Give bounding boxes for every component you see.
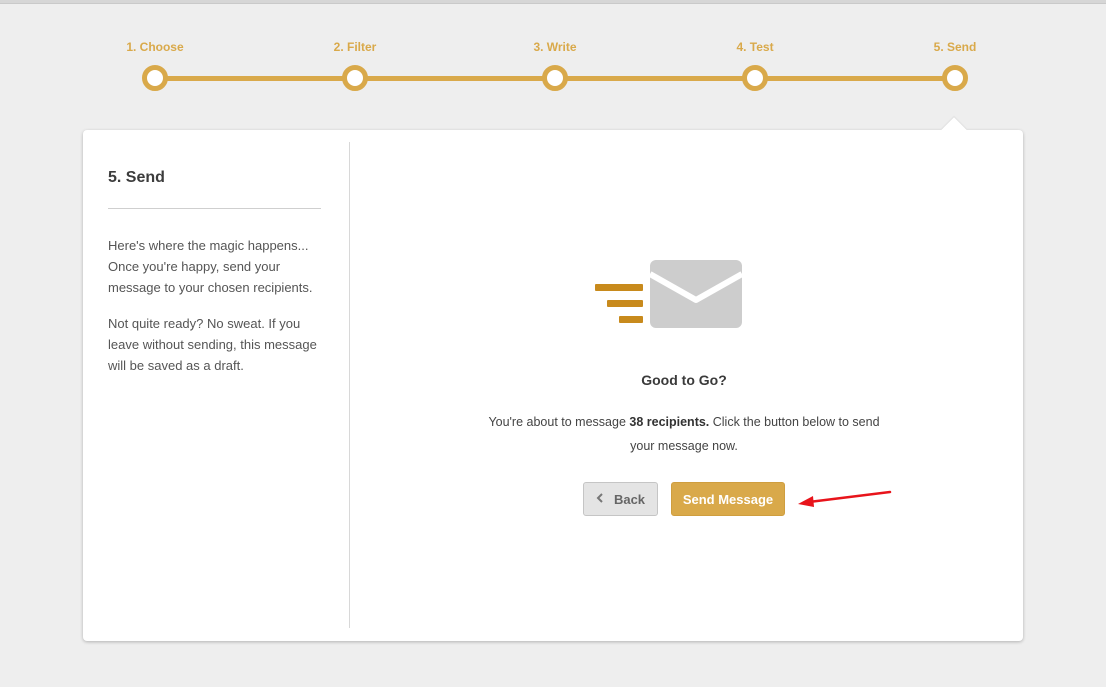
sidebar-paragraph: Not quite ready? No sweat. If you leave … — [108, 316, 317, 373]
speed-line — [595, 284, 643, 291]
step-dot — [142, 65, 168, 91]
send-message-button[interactable]: Send Message — [671, 482, 785, 516]
step-choose[interactable]: 1. Choose — [95, 40, 215, 91]
step-dot — [942, 65, 968, 91]
sidebar-title: 5. Send — [108, 169, 165, 186]
step-label: 1. Choose — [126, 40, 184, 54]
main-content: Good to Go? You're about to message 38 r… — [350, 130, 1023, 641]
envelope-flap — [650, 271, 742, 303]
confirm-headline: Good to Go? — [641, 372, 727, 388]
sidebar-paragraph: Here's where the magic happens... Once y… — [108, 238, 313, 295]
annotation-arrow — [798, 490, 892, 507]
step-label: 5. Send — [933, 40, 977, 54]
step-write[interactable]: 3. Write — [495, 40, 615, 91]
step-test[interactable]: 4. Test — [695, 40, 815, 91]
envelope-send-icon — [595, 258, 745, 330]
speed-line — [607, 300, 643, 307]
back-button[interactable]: Back — [583, 482, 658, 516]
sidebar-divider — [108, 208, 321, 209]
progress-stepper: 1. Choose 2. Filter 3. Write 4. Test 5. … — [0, 0, 1106, 130]
step-label: 2. Filter — [333, 40, 377, 54]
description-prefix: You're about to message — [488, 415, 630, 429]
back-label: Back — [613, 491, 646, 507]
sidebar-help-text: Here's where the magic happens... Once y… — [108, 235, 321, 376]
envelope-body — [650, 260, 742, 328]
step-send[interactable]: 5. Send — [895, 40, 1015, 91]
step-label: 3. Write — [533, 40, 577, 54]
recipient-count: 38 recipients. — [629, 415, 710, 429]
speed-line — [619, 316, 643, 323]
chevron-left-icon — [596, 492, 604, 506]
step-dot — [342, 65, 368, 91]
step-dot — [542, 65, 568, 91]
send-panel: 5. Send Here's where the magic happens..… — [83, 117, 1023, 641]
confirm-description: You're about to message 38 recipients. C… — [480, 410, 888, 458]
step-label: 4. Test — [736, 40, 774, 54]
step-filter[interactable]: 2. Filter — [295, 40, 415, 91]
step-dot — [742, 65, 768, 91]
send-label: Send Message — [682, 491, 774, 507]
sidebar: 5. Send Here's where the magic happens..… — [108, 142, 321, 628]
